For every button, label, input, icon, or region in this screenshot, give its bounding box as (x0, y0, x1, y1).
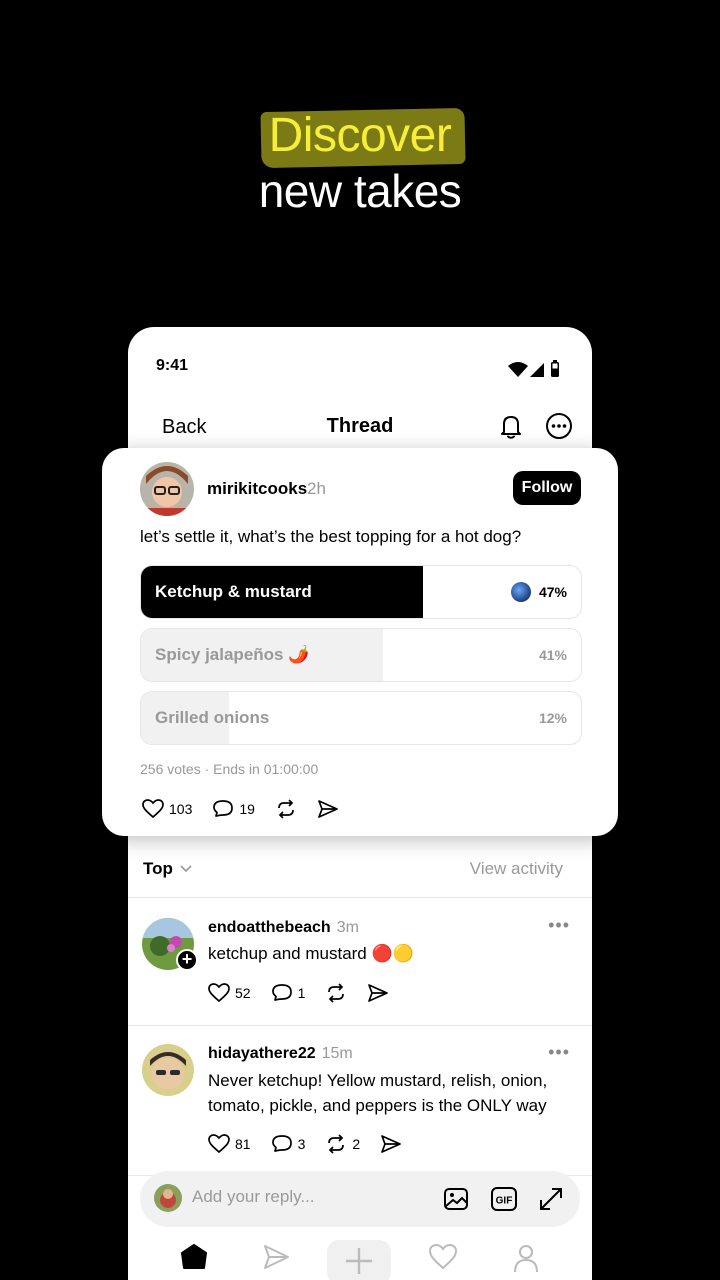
more-options-icon[interactable] (544, 411, 574, 441)
poll-meta: 256 votes · Ends in 01:00:00 (140, 761, 319, 777)
post-time: 2h (307, 479, 326, 498)
more-icon[interactable]: ••• (548, 1042, 570, 1063)
post-text: let’s settle it, what’s the best topping… (140, 527, 522, 546)
poll-option[interactable]: Spicy jalapeños 🌶️ 41% (140, 628, 582, 682)
poll-option-percent: 41% (538, 647, 567, 663)
like-count: 103 (169, 801, 193, 817)
like-button[interactable]: 103 (142, 799, 192, 819)
poll-option-label: Spicy jalapeños 🌶️ (155, 645, 310, 664)
comment-icon (271, 984, 292, 1001)
share-button[interactable] (380, 1134, 402, 1154)
like-button[interactable]: 52 (208, 983, 251, 1003)
reply-item: hidayathere22 15m ••• Never ketchup! Yell… (128, 1026, 592, 1176)
bottom-tab-bar (128, 1236, 592, 1280)
status-time: 9:41 (156, 357, 189, 374)
sort-dropdown[interactable]: Top (143, 859, 193, 879)
like-count: 81 (235, 1136, 251, 1152)
reply-username-row: hidayathere22 15m (208, 1045, 353, 1063)
reply-actions: 52 1 (208, 983, 409, 1003)
voter-avatar (511, 582, 531, 602)
wifi-icon (508, 362, 528, 377)
reply-item: + endoatthebeach 3m ••• ketchup and musta… (128, 899, 592, 1026)
sort-label: Top (143, 859, 173, 878)
repost-icon (278, 799, 294, 819)
home-icon (181, 1244, 207, 1269)
svg-text:GIF: GIF (496, 1196, 513, 1207)
comment-icon (271, 1135, 292, 1152)
more-icon[interactable]: ••• (548, 915, 570, 936)
post-username[interactable]: mirikitcooks (207, 479, 307, 499)
follow-button[interactable]: Follow (513, 471, 581, 505)
comment-icon (213, 800, 234, 817)
chevron-down-icon (180, 865, 192, 873)
sort-bar: Top View activity (128, 840, 592, 898)
tab-likes[interactable] (411, 1242, 475, 1280)
poll-option[interactable]: Grilled onions 12% (140, 691, 582, 745)
repost-button[interactable] (275, 799, 297, 819)
promo-headline: Discover new takes (0, 107, 720, 218)
comment-count: 1 (297, 985, 306, 1001)
reply-input[interactable] (192, 1187, 392, 1207)
reply-username[interactable]: endoatthebeach (208, 919, 331, 936)
comment-count: 3 (297, 1136, 306, 1152)
repost-count: 2 (352, 1136, 361, 1152)
tab-home[interactable] (162, 1242, 226, 1280)
heart-icon (208, 983, 230, 1003)
comment-count: 19 (239, 801, 255, 817)
send-icon (264, 1245, 289, 1269)
send-icon (381, 1135, 402, 1153)
heart-icon (208, 1134, 230, 1154)
heart-icon (428, 1243, 458, 1270)
avatar (154, 1184, 182, 1212)
avatar[interactable] (140, 462, 194, 516)
signal-icon (530, 363, 544, 377)
poll-option-label: Ketchup & mustard (155, 582, 312, 601)
profile-icon (514, 1245, 538, 1272)
repost-button[interactable]: 2 (325, 1134, 360, 1154)
view-activity-link[interactable]: View activity (470, 859, 563, 879)
poll-option[interactable]: Ketchup & mustard 47% (140, 565, 582, 619)
comment-button[interactable]: 3 (271, 1134, 306, 1154)
tab-new-post[interactable] (327, 1240, 391, 1280)
image-icon[interactable] (442, 1185, 470, 1213)
reply-actions: 81 3 2 (208, 1134, 422, 1154)
status-icons (508, 360, 559, 377)
tab-activity-send[interactable] (244, 1242, 308, 1280)
featured-post-card: mirikitcooks 2h Follow let’s settle it, … (102, 448, 618, 836)
tab-profile[interactable] (494, 1242, 558, 1280)
poll-option-percent: 47% (538, 584, 567, 600)
like-count: 52 (235, 985, 251, 1001)
send-icon (368, 984, 389, 1002)
share-button[interactable] (367, 983, 389, 1003)
like-button[interactable]: 81 (208, 1134, 251, 1154)
heart-icon (142, 799, 164, 819)
reply-username-row: endoatthebeach 3m (208, 919, 359, 937)
follow-plus-icon[interactable]: + (176, 949, 198, 971)
reply-time: 15m (321, 1045, 353, 1062)
share-button[interactable] (317, 799, 339, 819)
reply-text: ketchup and mustard 🔴🟡 (208, 944, 414, 963)
send-icon (318, 800, 338, 818)
expand-icon[interactable] (537, 1185, 565, 1213)
repost-icon (328, 983, 345, 1003)
comment-button[interactable]: 1 (271, 983, 306, 1003)
poll-option-percent: 12% (538, 710, 567, 726)
post-actions: 103 19 (142, 799, 359, 819)
poll-option-label: Grilled onions (155, 708, 270, 727)
headline-highlight-line: Discover (260, 107, 466, 169)
reply-username[interactable]: hidayathere22 (208, 1045, 316, 1062)
repost-button[interactable] (325, 983, 347, 1003)
bell-icon[interactable] (496, 411, 526, 441)
reply-time: 3m (336, 919, 359, 936)
reply-text: Never ketchup! Yellow mustard, relish, o… (208, 1071, 548, 1115)
headline-line1: Discover (268, 109, 452, 162)
headline-line2: new takes (258, 165, 462, 217)
plus-icon (346, 1248, 372, 1274)
reply-composer: GIF (140, 1171, 580, 1227)
repost-icon (328, 1134, 345, 1154)
comment-button[interactable]: 19 (212, 799, 255, 819)
avatar[interactable] (142, 1044, 194, 1096)
gif-icon[interactable]: GIF (490, 1185, 518, 1213)
